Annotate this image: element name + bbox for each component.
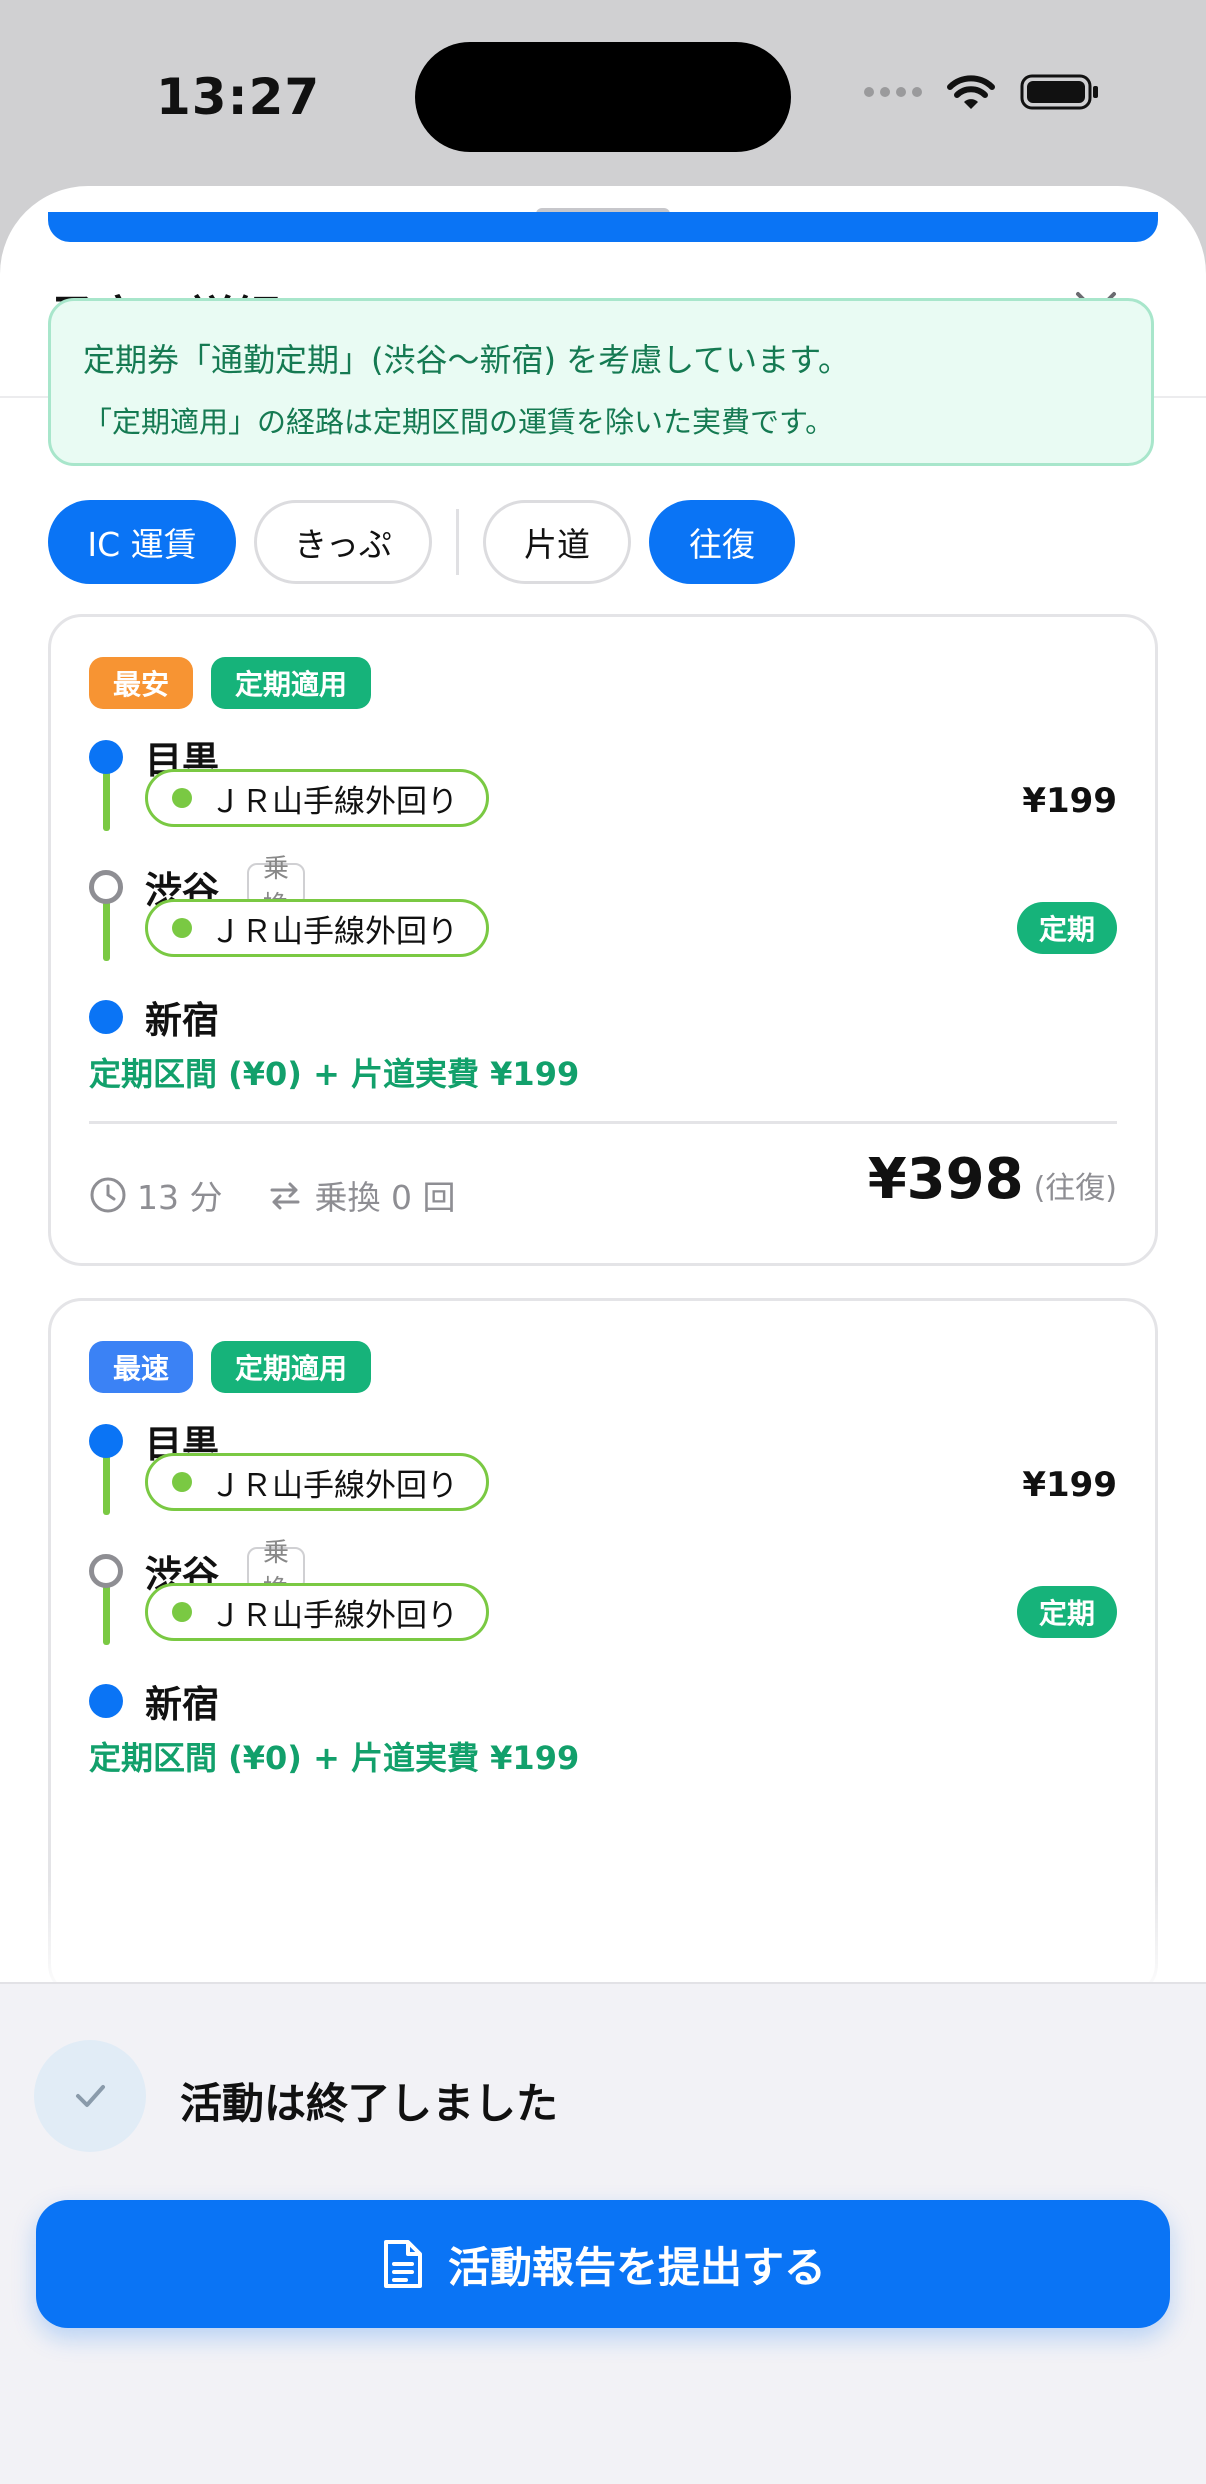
duration: 13 分 (89, 1171, 222, 1219)
transfer-station-dot-icon (89, 870, 123, 904)
line-color-dot (172, 1602, 192, 1622)
document-icon (383, 2240, 422, 2288)
wifi-icon (947, 75, 995, 109)
route-tags: 最安 定期適用 (89, 657, 372, 709)
line-pill: ＪＲ山手線外回り (145, 1453, 489, 1511)
route-line-segment (103, 1585, 110, 1645)
chip-ticket-fare[interactable]: きっぷ (254, 500, 432, 584)
notice-line-1: 定期券「通勤定期」(渋谷〜新宿) を考慮しています。 (83, 341, 850, 379)
status-time: 13:27 (156, 68, 321, 126)
dynamic-island (415, 42, 791, 152)
chip-ic-fare[interactable]: IC 運賃 (48, 500, 236, 584)
commuter-pass-notice: 定期券「通勤定期」(渋谷〜新宿) を考慮しています。 「定期適用」の経路は定期区… (48, 298, 1154, 466)
segment-fare: ¥199 (1022, 1465, 1117, 1505)
stop-name: 新宿 (145, 1683, 219, 1726)
pass-applied-tag: 定期適用 (211, 657, 372, 709)
total-suffix: (往復) (1033, 1171, 1117, 1206)
route-line-segment (103, 901, 110, 961)
chip-oneway[interactable]: 片道 (483, 500, 631, 584)
line-name: ＪＲ山手線外回り (210, 1597, 458, 1634)
transfers-text: 乗換 0 回 (314, 1178, 456, 1217)
submit-label: 活動報告を提出する (447, 2242, 826, 2292)
cellular-dots-icon (864, 87, 922, 97)
pass-applied-tag: 定期適用 (211, 1341, 372, 1393)
clock-icon (90, 1177, 126, 1213)
segment-fare: ¥199 (1022, 781, 1117, 821)
chip-divider (456, 509, 459, 575)
station-dot-icon (89, 1000, 123, 1034)
station-dot-icon (89, 1684, 123, 1718)
line-name: ＪＲ山手線外回り (210, 913, 458, 950)
transfers: 乗換 0 回 (266, 1171, 455, 1219)
stop-name: 新宿 (145, 999, 219, 1042)
transfer-icon (270, 1182, 300, 1210)
line-color-dot (172, 918, 192, 938)
activity-status: 活動は終了しました (180, 2079, 559, 2128)
submit-report-button[interactable]: 活動報告を提出する (36, 2200, 1170, 2328)
line-name: ＪＲ山手線外回り (210, 1467, 458, 1504)
completed-indicator (34, 2040, 146, 2152)
route-tags: 最速 定期適用 (89, 1341, 372, 1393)
battery-icon (1020, 74, 1098, 110)
route-line-segment (103, 1455, 110, 1515)
fare-breakdown: 定期区間 (¥0) + 片道実費 ¥199 (89, 1739, 580, 1777)
transfer-station-dot-icon (89, 1554, 123, 1588)
scroll-fade (0, 1880, 1206, 1990)
route-line-segment (103, 771, 110, 831)
total-amount: ¥398 (867, 1147, 1024, 1212)
station-dot-icon (89, 1424, 123, 1458)
status-icons (864, 72, 1100, 112)
pass-badge: 定期 (1016, 902, 1117, 954)
line-pill: ＪＲ山手線外回り (145, 769, 489, 827)
notice-line-2: 「定期適用」の経路は定期区間の運賃を除いた実費です。 (83, 405, 835, 439)
fastest-tag: 最速 (89, 1341, 194, 1393)
pass-badge: 定期 (1016, 1586, 1117, 1638)
line-pill: ＪＲ山手線外回り (145, 899, 489, 957)
fare-breakdown: 定期区間 (¥0) + 片道実費 ¥199 (89, 1055, 580, 1093)
check-icon (76, 2085, 105, 2107)
line-pill: ＪＲ山手線外回り (145, 1583, 489, 1641)
line-color-dot (172, 788, 192, 808)
line-color-dot (172, 1472, 192, 1492)
cheapest-tag: 最安 (89, 657, 194, 709)
chip-roundtrip[interactable]: 往復 (649, 500, 795, 584)
route-card[interactable]: 最安 定期適用 目黒 ＪＲ山手線外回り ¥199 渋谷 乗換 ＪＲ山手線外回り … (48, 614, 1158, 1266)
scrolled-button-edge[interactable] (48, 212, 1158, 242)
station-dot-icon (89, 740, 123, 774)
card-divider (89, 1121, 1117, 1124)
duration-text: 13 分 (137, 1178, 223, 1217)
route-meta: 13 分 乗換 0 回 (89, 1171, 455, 1219)
line-name: ＪＲ山手線外回り (210, 783, 458, 820)
total-fare: ¥398 (往復) (868, 1147, 1117, 1212)
filter-chips: IC 運賃 きっぷ 片道 往復 (48, 500, 795, 584)
activity-panel: 活動は終了しました 活動報告を提出する (0, 1982, 1206, 2484)
